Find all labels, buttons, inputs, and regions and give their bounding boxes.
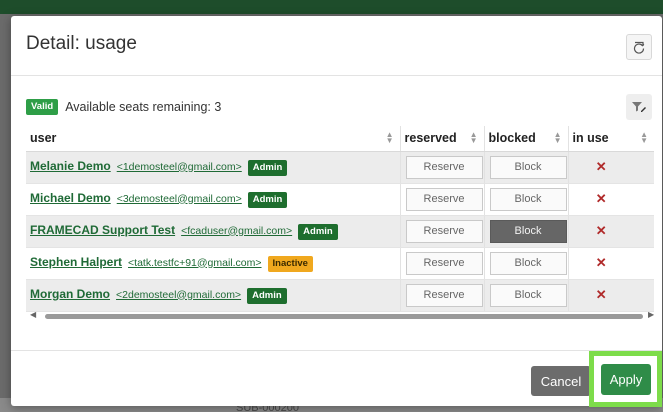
sort-icon: ▲ ▼	[385, 130, 394, 145]
seats-remaining-text: Available seats remaining: 3	[65, 100, 222, 114]
user-email-link[interactable]: <2demosteel@gmail.com>	[116, 289, 241, 301]
refresh-button[interactable]	[626, 34, 652, 60]
filter-edit-icon	[632, 102, 646, 112]
user-name-link[interactable]: Michael Demo	[30, 191, 111, 205]
dialog-title: Detail: usage	[26, 33, 137, 54]
column-header-reserved[interactable]: reserved ▲ ▼	[399, 126, 484, 152]
block-button[interactable]: Block	[489, 155, 567, 179]
reserve-button[interactable]: Reserve	[405, 155, 483, 179]
user-name-link[interactable]: Melanie Demo	[30, 159, 111, 173]
blocked-cell: Block	[483, 215, 568, 248]
not-in-use-icon: ✕	[595, 223, 607, 238]
background-header	[0, 0, 663, 14]
table-row: Michael Demo <3demosteel@gmail.com> Admin …	[26, 183, 654, 216]
blocked-cell: Block	[483, 183, 568, 216]
user-name-link[interactable]: Morgan Demo	[30, 287, 110, 301]
status-badge-inactive: Inactive	[267, 255, 313, 272]
blocked-cell: Block	[483, 151, 568, 184]
column-header-blocked[interactable]: blocked ▲ ▼	[483, 126, 568, 152]
apply-button[interactable]: Apply	[601, 364, 651, 395]
cancel-button[interactable]: Cancel	[531, 366, 591, 396]
reserve-button[interactable]: Reserve	[405, 219, 483, 243]
usage-dialog: Detail: usage Valid Available seats rema…	[11, 16, 662, 407]
refresh-icon	[633, 41, 645, 54]
user-cell: Melanie Demo <1demosteel@gmail.com> Admin	[26, 151, 400, 184]
sort-icon: ▲ ▼	[553, 130, 562, 145]
user-cell: FRAMECAD Support Test <fcaduser@gmail.com…	[26, 215, 400, 248]
reserved-cell: Reserve	[399, 151, 484, 184]
blocked-cell: Block	[483, 279, 568, 312]
in-use-cell: ✕	[567, 279, 654, 312]
horizontal-scrollbar[interactable]: ◀ ▶	[26, 310, 654, 322]
usage-table: user ▲ ▼ reserved ▲ ▼ blocked ▲ ▼ in use ▲ ▼ Mel…	[26, 126, 654, 324]
reserve-button[interactable]: Reserve	[405, 251, 483, 275]
in-use-cell: ✕	[567, 151, 654, 184]
role-badge: Admin	[247, 191, 288, 208]
reserve-button[interactable]: Reserve	[405, 283, 483, 307]
sort-icon: ▲ ▼	[640, 130, 648, 145]
user-email-link[interactable]: <fcaduser@gmail.com>	[181, 225, 292, 237]
not-in-use-icon: ✕	[595, 159, 607, 174]
valid-badge: Valid	[26, 99, 59, 115]
reserve-button[interactable]: Reserve	[405, 187, 483, 211]
user-name-link[interactable]: FRAMECAD Support Test	[30, 223, 175, 237]
block-button-active[interactable]: Block	[489, 219, 567, 243]
table-row: Stephen Halpert <tatk.testfc+91@gmail.com…	[26, 247, 654, 280]
scrollbar-thumb[interactable]	[45, 314, 643, 319]
block-button[interactable]: Block	[489, 187, 567, 211]
seats-status: Valid Available seats remaining: 3	[26, 98, 221, 116]
in-use-cell: ✕	[567, 247, 654, 280]
reserved-cell: Reserve	[399, 215, 484, 248]
reserved-cell: Reserve	[399, 183, 484, 216]
user-email-link[interactable]: <tatk.testfc+91@gmail.com>	[128, 257, 262, 269]
user-cell: Stephen Halpert <tatk.testfc+91@gmail.com…	[26, 247, 400, 280]
column-header-in-use[interactable]: in use ▲ ▼	[567, 126, 654, 152]
reserved-cell: Reserve	[399, 247, 484, 280]
scroll-left-icon[interactable]: ◀	[30, 310, 36, 319]
user-email-link[interactable]: <3demosteel@gmail.com>	[117, 193, 242, 205]
block-button[interactable]: Block	[489, 251, 567, 275]
reserved-cell: Reserve	[399, 279, 484, 312]
role-badge: Admin	[298, 223, 338, 240]
table-row: Morgan Demo <2demosteel@gmail.com> Admin R…	[26, 279, 654, 312]
in-use-cell: ✕	[567, 215, 654, 248]
not-in-use-icon: ✕	[595, 255, 607, 270]
scroll-right-icon[interactable]: ▶	[648, 310, 654, 319]
user-cell: Michael Demo <3demosteel@gmail.com> Admin	[26, 183, 400, 216]
blocked-cell: Block	[483, 247, 568, 280]
user-cell: Morgan Demo <2demosteel@gmail.com> Admin	[26, 279, 400, 312]
dialog-footer: Cancel Apply	[11, 350, 662, 407]
not-in-use-icon: ✕	[595, 287, 607, 302]
not-in-use-icon: ✕	[595, 191, 607, 206]
filter-button[interactable]	[626, 94, 652, 120]
user-name-link[interactable]: Stephen Halpert	[30, 255, 122, 269]
role-badge: Admin	[247, 287, 287, 304]
role-badge: Admin	[247, 159, 288, 176]
user-email-link[interactable]: <1demosteel@gmail.com>	[117, 161, 242, 173]
table-row: FRAMECAD Support Test <fcaduser@gmail.com…	[26, 215, 654, 248]
table-row: Melanie Demo <1demosteel@gmail.com> Admin …	[26, 151, 654, 184]
in-use-cell: ✕	[567, 183, 654, 216]
sort-icon: ▲ ▼	[469, 130, 478, 145]
dialog-header: Detail: usage	[11, 16, 662, 76]
block-button[interactable]: Block	[489, 283, 567, 307]
column-header-user[interactable]: user ▲ ▼	[26, 126, 400, 152]
